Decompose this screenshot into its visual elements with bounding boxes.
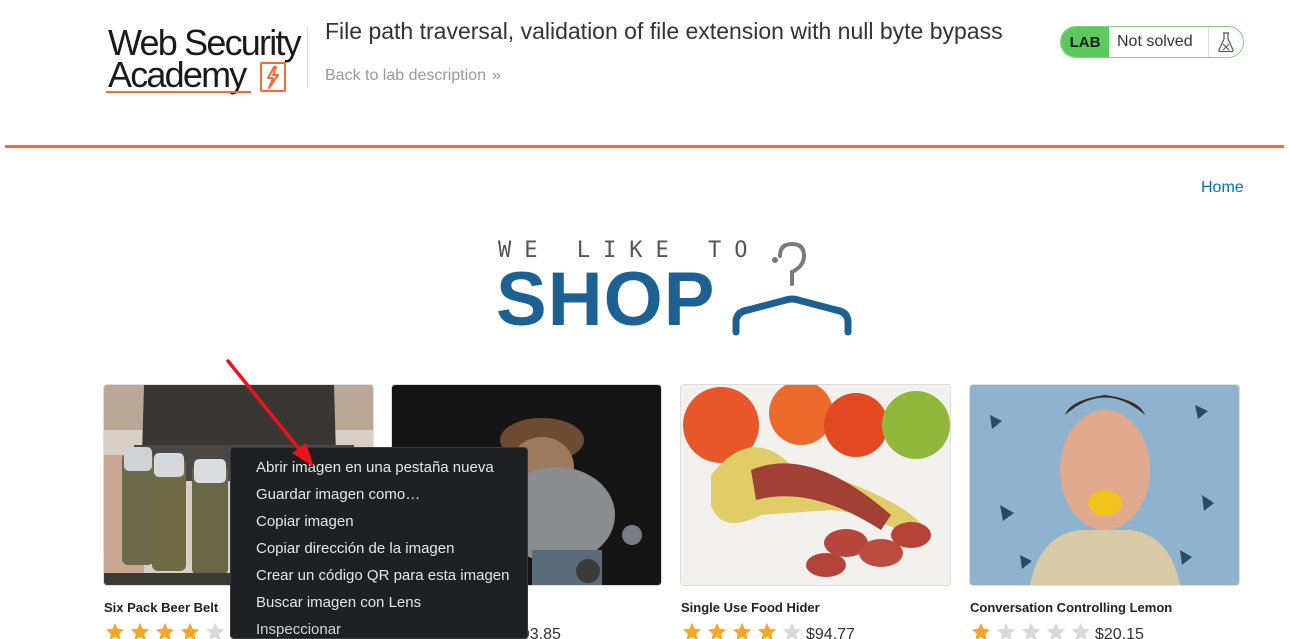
lab-status-text: Not solved (1109, 27, 1209, 57)
star-filled-icon (180, 622, 200, 639)
star-empty-icon (1071, 622, 1091, 639)
star-empty-icon (996, 622, 1016, 639)
star-empty-icon (782, 622, 802, 639)
menu-item-copy-image-address[interactable]: Copiar dirección de la imagen (231, 535, 527, 562)
product-rating (681, 621, 803, 639)
star-empty-icon (1021, 622, 1041, 639)
product-card[interactable]: Conversation Controlling Lemon $20.15 (970, 385, 1239, 639)
image-context-menu: Abrir imagen en una pestaña nueva Guarda… (230, 447, 528, 639)
product-price: $20.15 (1095, 626, 1144, 639)
star-filled-icon (757, 622, 777, 639)
logo-lightning-icon (260, 62, 286, 92)
menu-item-create-qr-code[interactable]: Crear un código QR para esta imagen (231, 562, 527, 589)
shop-logo: WE LIKE TO SHOP (496, 236, 856, 342)
lab-title: File path traversal, validation of file … (325, 18, 1003, 44)
web-security-academy-logo[interactable]: Web Security Academy (106, 22, 306, 98)
hanger-icon (732, 241, 852, 336)
header-separator (5, 145, 1284, 148)
star-filled-icon (105, 622, 125, 639)
product-name: Conversation Controlling Lemon (970, 600, 1173, 615)
back-link-label: Back to lab description (325, 67, 486, 84)
header-divider (307, 26, 308, 88)
flask-icon (1209, 27, 1243, 57)
star-empty-icon (205, 622, 225, 639)
star-filled-icon (155, 622, 175, 639)
product-image[interactable] (681, 385, 950, 585)
star-filled-icon (707, 622, 727, 639)
product-rating (970, 621, 1092, 639)
star-filled-icon (130, 622, 150, 639)
product-rating (104, 621, 226, 639)
menu-item-search-with-lens[interactable]: Buscar imagen con Lens (231, 589, 527, 616)
logo-underline (106, 91, 251, 93)
home-link[interactable]: Home (1201, 179, 1244, 197)
menu-item-inspect[interactable]: Inspeccionar (231, 616, 527, 639)
back-to-lab-description-link[interactable]: Back to lab description » (325, 67, 501, 85)
star-filled-icon (732, 622, 752, 639)
logo-text-line2: Academy (108, 54, 247, 95)
product-price: $94.77 (806, 626, 855, 639)
product-card[interactable]: Single Use Food Hider $94.77 (681, 385, 950, 639)
lab-status-badge: LAB Not solved (1060, 26, 1244, 58)
star-filled-icon (971, 622, 991, 639)
menu-item-save-image-as[interactable]: Guardar imagen como… (231, 481, 527, 508)
star-filled-icon (682, 622, 702, 639)
menu-item-open-image-new-tab[interactable]: Abrir imagen en una pestaña nueva (231, 454, 527, 481)
lab-label: LAB (1061, 27, 1109, 57)
menu-item-copy-image[interactable]: Copiar imagen (231, 508, 527, 535)
product-name: Six Pack Beer Belt (104, 600, 219, 615)
product-image[interactable] (970, 385, 1239, 585)
product-name: Single Use Food Hider (681, 600, 820, 615)
double-chevron-right-icon: » (491, 67, 501, 84)
shop-wordmark: SHOP (496, 257, 716, 342)
star-empty-icon (1046, 622, 1066, 639)
